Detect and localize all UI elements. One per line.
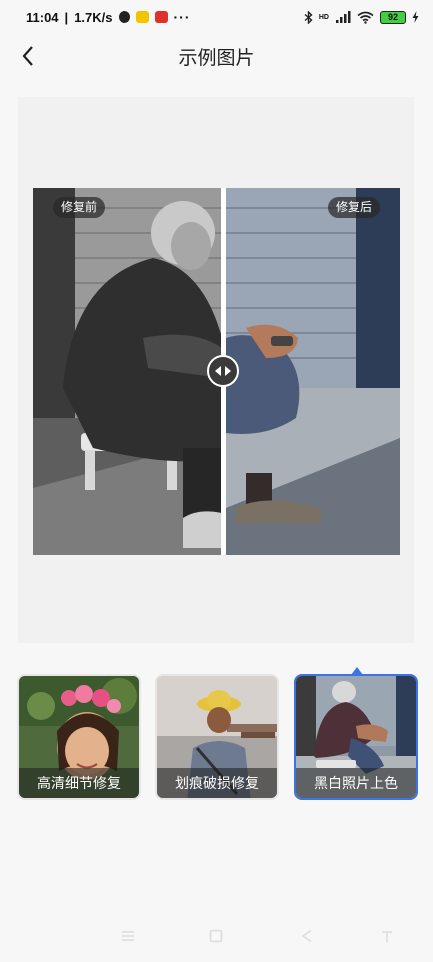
sample-list: 高清细节修复 划痕破损修复 黑白照片上色 <box>0 674 433 800</box>
sample-card-colorize[interactable]: 黑白照片上色 <box>294 674 418 800</box>
sample-label: 高清细节修复 <box>19 768 139 798</box>
recent-apps-icon <box>382 931 392 942</box>
before-photo: 修复前 <box>33 188 222 555</box>
sample-label: 黑白照片上色 <box>296 768 416 798</box>
status-separator: | <box>64 9 69 25</box>
back-triangle-icon <box>301 929 312 943</box>
after-tag: 修复后 <box>327 197 380 218</box>
wifi-icon <box>357 11 374 24</box>
before-after-comparison[interactable]: 修复前 修复后 <box>33 188 400 555</box>
signal-icon <box>336 10 351 23</box>
qq-icon <box>118 11 130 23</box>
back-nav-button[interactable] <box>298 927 316 945</box>
menu-nav-button[interactable] <box>119 927 137 945</box>
status-time: 11:04 <box>26 9 59 25</box>
app-notification-icon <box>135 11 149 23</box>
status-left: 11:04 | 1.7K/s ··· <box>26 9 191 25</box>
home-nav-button[interactable] <box>207 927 225 945</box>
system-nav-bar <box>0 916 433 956</box>
before-tag: 修复前 <box>53 197 106 218</box>
status-bar: 11:04 | 1.7K/s ··· HD 92 <box>0 0 433 34</box>
left-right-arrows-icon <box>215 366 231 376</box>
sample-card-scratch-repair[interactable]: 划痕破损修复 <box>155 674 279 800</box>
hd-badge: HD <box>318 13 329 21</box>
battery-indicator: 92 <box>380 10 406 24</box>
title-bar: 示例图片 <box>0 34 433 78</box>
more-notifications-icon: ··· <box>173 9 191 25</box>
sample-card-hd-detail[interactable]: 高清细节修复 <box>17 674 141 800</box>
sample-label: 划痕破损修复 <box>157 768 277 798</box>
charging-icon <box>412 11 419 23</box>
split-drag-handle[interactable] <box>207 355 239 387</box>
bluetooth-icon <box>304 10 313 24</box>
page-title: 示例图片 <box>178 48 255 69</box>
home-square-icon <box>209 929 223 943</box>
menu-icon <box>122 931 134 941</box>
after-photo: 修复后 <box>226 188 400 555</box>
status-right: HD 92 <box>304 10 419 24</box>
status-speed: 1.7K/s <box>74 9 113 25</box>
news-app-icon <box>154 11 168 23</box>
recent-nav-button[interactable] <box>378 927 396 945</box>
